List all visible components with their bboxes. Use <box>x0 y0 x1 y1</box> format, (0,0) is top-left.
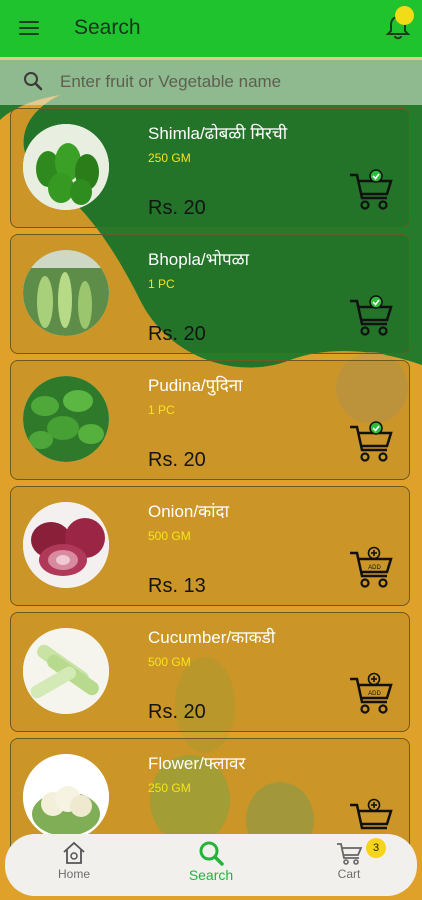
product-card[interactable]: Shimla/ढोबळी मिरची 250 GM Rs. 20 <box>10 108 410 228</box>
search-icon <box>24 72 43 91</box>
nav-cart-label: Cart <box>337 867 361 881</box>
nav-search-label: Search <box>188 867 234 883</box>
cart-icon <box>337 843 363 865</box>
product-card[interactable]: Cucumber/काकडी 500 GM Rs. 20 ADD <box>10 612 410 732</box>
product-card[interactable]: Onion/कांदा 500 GM Rs. 13 ADD <box>10 486 410 606</box>
cart-added-check-icon[interactable] <box>347 293 395 339</box>
product-list: Shimla/ढोबळी मिरची 250 GM Rs. 20 Bhopla/… <box>10 108 412 864</box>
search-nav-icon <box>199 841 224 866</box>
product-quantity: 250 GM <box>148 151 191 165</box>
product-name: Onion/कांदा <box>148 502 229 521</box>
cart-count-badge: 3 <box>366 838 386 858</box>
top-app-bar: Search <box>0 0 422 57</box>
product-name: Bhopla/भोपळा <box>148 250 249 269</box>
search-bar <box>0 57 422 105</box>
product-card[interactable]: Bhopla/भोपळा 1 PC Rs. 20 <box>10 234 410 354</box>
home-icon <box>63 841 85 864</box>
cucumber-image <box>23 628 109 714</box>
product-price: Rs. 13 <box>148 575 206 597</box>
nav-home[interactable]: Home <box>29 840 119 892</box>
cart-added-check-icon[interactable] <box>347 167 395 213</box>
product-price: Rs. 20 <box>148 449 206 471</box>
add-label: ADD <box>368 565 381 571</box>
product-card[interactable]: Pudina/पुदिना 1 PC Rs. 20 <box>10 360 410 480</box>
nav-search[interactable]: Search <box>166 840 256 892</box>
nav-home-label: Home <box>57 867 90 881</box>
product-name: Cucumber/काकडी <box>148 628 276 647</box>
product-name: Pudina/पुदिना <box>148 376 243 395</box>
add-to-cart-icon[interactable]: ADD <box>347 671 395 717</box>
product-price: Rs. 20 <box>148 323 206 345</box>
product-quantity: 500 GM <box>148 655 191 669</box>
search-input[interactable] <box>58 67 402 97</box>
bottle-gourd-image <box>23 250 109 336</box>
product-quantity: 1 PC <box>148 403 175 417</box>
notification-dot <box>395 6 414 25</box>
mint-image <box>23 376 109 462</box>
hamburger-menu-icon[interactable] <box>19 19 41 37</box>
product-quantity: 250 GM <box>148 781 191 795</box>
capsicum-image <box>23 124 109 210</box>
cart-added-check-icon[interactable] <box>347 419 395 465</box>
product-price: Rs. 20 <box>148 197 206 219</box>
bottom-navigation: Home Search Cart <box>5 834 417 896</box>
add-label: ADD <box>368 691 381 697</box>
page-title: Search <box>74 16 141 39</box>
product-name: Flower/फ्लावर <box>148 754 246 773</box>
cauliflower-image <box>23 754 109 840</box>
product-name: Shimla/ढोबळी मिरची <box>148 124 288 143</box>
add-to-cart-icon[interactable]: ADD <box>347 545 395 591</box>
onion-image <box>23 502 109 588</box>
product-quantity: 1 PC <box>148 277 175 291</box>
product-price: Rs. 20 <box>148 701 206 723</box>
product-quantity: 500 GM <box>148 529 191 543</box>
